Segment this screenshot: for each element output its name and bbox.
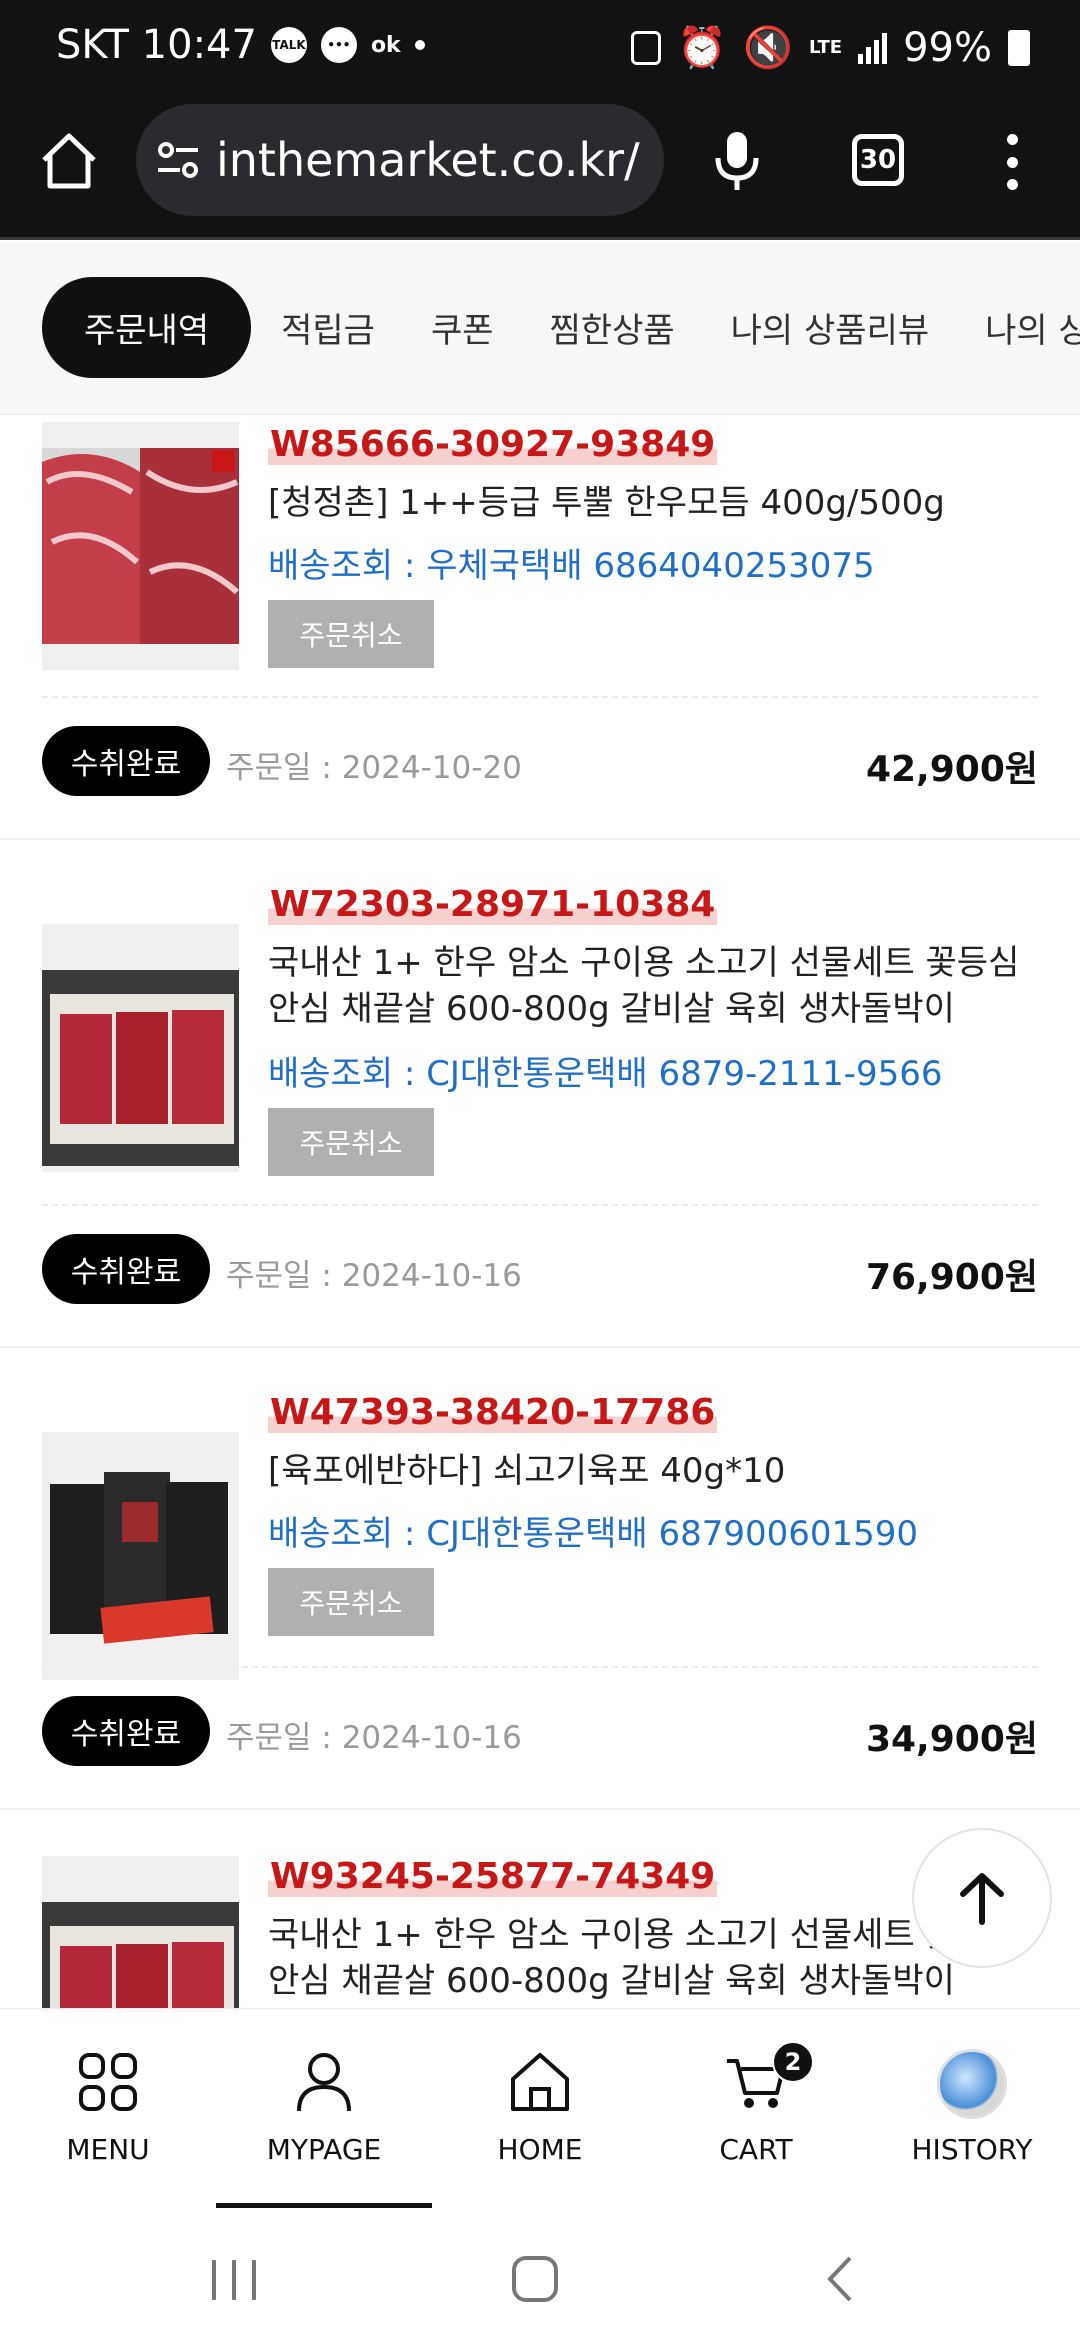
system-home-icon[interactable] [512,2256,558,2302]
product-image[interactable] [42,1856,239,2012]
tab-my-products[interactable]: 나의 상품 [985,303,1080,352]
battery-icon [1008,29,1030,66]
status-badge: 수취완료 [42,1696,210,1766]
tab-switcher-button[interactable]: 30 [852,134,904,186]
order-price: 34,900원 [865,1719,1038,1760]
tab-coupons[interactable]: 쿠폰 [431,303,494,352]
nav-label: MYPAGE [266,2133,382,2166]
mute-icon: 🔇 [743,25,794,71]
cancel-order-button[interactable]: 주문취소 [268,1108,434,1176]
nav-mypage[interactable]: MYPAGE [234,2049,414,2179]
order-price: 42,900원 [865,749,1038,790]
nav-label: HOME [497,2133,583,2166]
ok-icon: ok [370,32,401,58]
tracking-link[interactable]: 배송조회 : 우체국택배 6864040253075 [268,538,875,587]
tab-my-reviews[interactable]: 나의 상품리뷰 [731,303,930,352]
grid-icon [79,2053,137,2111]
order-number[interactable]: W93245-25877-74349 [268,1856,718,1897]
more-menu-icon[interactable] [1002,134,1022,190]
separator [0,1346,1080,1348]
site-settings-icon[interactable] [156,140,200,180]
battery-percent: 99% [903,24,992,71]
dot-icon [414,40,425,50]
order-number[interactable]: W72303-28971-10384 [268,884,718,925]
mypage-tabs: 주문내역 적립금 쿠폰 찜한상품 나의 상품리뷰 나의 상품 [0,243,1080,415]
order-item: W47393-38420-17786 [육포에반하다] 쇠고기육포 40g*10… [0,1390,1080,1896]
product-name[interactable]: 국내산 1+ 한우 암소 구이용 소고기 선물세트 꽃등심 안심 채끝살 600… [268,940,1038,1032]
back-icon[interactable] [820,2254,860,2304]
nfc-icon [631,30,662,65]
order-date: 주문일 : 2024-10-20 [226,750,522,786]
tracking-link[interactable]: 배송조회 : CJ대한통운택배 6879-2111-9566 [268,1046,943,1095]
cancel-order-button[interactable]: 주문취소 [268,1568,434,1636]
active-nav-indicator [216,2203,432,2208]
home-icon[interactable] [36,128,102,194]
chat-icon: ••• [320,27,357,63]
nav-label: CART [719,2133,793,2166]
nav-label: MENU [66,2133,150,2166]
address-bar[interactable]: inthemarket.co.kr/ [136,104,664,216]
order-date: 주문일 : 2024-10-16 [226,1720,522,1756]
separator [0,838,1080,840]
divider [42,696,1038,698]
url-text[interactable]: inthemarket.co.kr/ [216,133,646,187]
nav-home[interactable]: HOME [450,2049,630,2179]
status-bar: SKT 10:47 TALK ••• ok ⏰ 🔇 LTE 99% [0,0,1080,98]
house-icon [511,2053,569,2111]
nav-cart[interactable]: 2 CART [666,2041,846,2179]
order-price: 76,900원 [865,1257,1038,1298]
talk-icon: TALK [270,27,307,63]
signal-icon [858,32,888,64]
tab-wishlist[interactable]: 찜한상품 [550,303,675,352]
order-list: W85666-30927-93849 [청정촌] 1++등급 투뿔 한우모듬 4… [0,418,1080,2012]
product-name[interactable]: [청정촌] 1++등급 투뿔 한우모듬 400g/500g [268,480,1038,526]
separator [0,1808,1080,1810]
tracking-link[interactable]: 배송조회 : CJ대한통운택배 687900601590 [268,1506,918,1555]
nav-label: HISTORY [911,2133,1033,2166]
cancel-order-button[interactable]: 주문취소 [268,600,434,668]
order-number[interactable]: W47393-38420-17786 [268,1392,718,1433]
status-badge: 수취완료 [42,1234,210,1304]
user-icon [297,2053,351,2112]
carrier-time: SKT 10:47 [56,22,257,68]
product-image[interactable] [42,422,239,670]
product-image[interactable] [42,924,239,1172]
status-badge: 수취완료 [42,726,210,796]
mic-icon[interactable] [712,128,762,194]
lte-icon: LTE [809,36,843,58]
order-item: W85666-30927-93849 [청정촌] 1++등급 투뿔 한우모듬 4… [0,418,1080,924]
arrow-up-icon [960,1873,1004,1925]
order-number[interactable]: W85666-30927-93849 [268,424,718,465]
tab-points[interactable]: 적립금 [281,303,375,352]
system-nav-bar [0,2210,1080,2340]
browser-toolbar: inthemarket.co.kr/ 30 [0,98,1080,240]
nav-history[interactable]: HISTORY [882,2049,1062,2179]
alarm-icon: ⏰ [677,25,728,71]
recent-apps-icon[interactable] [212,2260,256,2300]
order-date: 주문일 : 2024-10-16 [226,1258,522,1294]
product-image[interactable] [42,1432,239,1680]
bottom-nav: MENU MYPAGE HOME 2 CART HISTORY [0,2008,1080,2210]
nav-menu[interactable]: MENU [18,2049,198,2179]
divider [42,1204,1038,1206]
order-item: W72303-28971-10384 국내산 1+ 한우 암소 구이용 소고기 … [0,884,1080,1390]
history-thumbnail [937,2049,1007,2119]
tab-order-history[interactable]: 주문내역 [42,277,252,378]
divider [42,1666,1038,1668]
cart-count-badge: 2 [772,2041,814,2083]
scroll-top-button[interactable] [912,1828,1052,1968]
product-name[interactable]: [육포에반하다] 쇠고기육포 40g*10 [268,1448,1038,1494]
